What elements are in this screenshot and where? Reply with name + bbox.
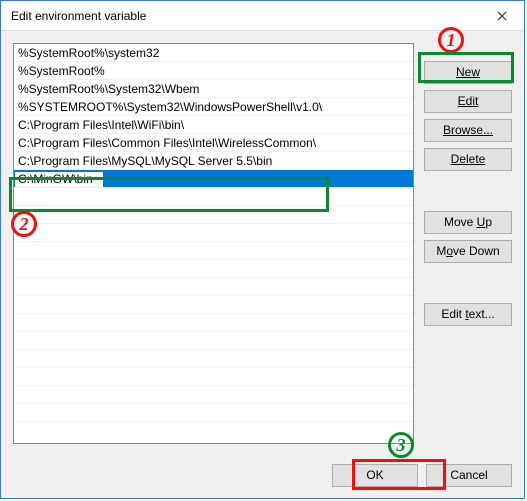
- edit-button[interactable]: Edit: [424, 90, 512, 113]
- list-item[interactable]: %SystemRoot%: [14, 62, 413, 80]
- list-item[interactable]: [14, 332, 413, 350]
- list-item[interactable]: [14, 206, 413, 224]
- dialog-body: %SystemRoot%\system32 %SystemRoot% %Syst…: [1, 31, 524, 452]
- list-item[interactable]: C:\Program Files\Common Files\Intel\Wire…: [14, 134, 413, 152]
- list-item[interactable]: [14, 350, 413, 368]
- move-down-button[interactable]: Move DownMove Down: [424, 240, 512, 263]
- close-button[interactable]: [479, 1, 524, 30]
- list-item[interactable]: [14, 224, 413, 242]
- inline-edit-input[interactable]: C:\MinGW\bin: [14, 171, 104, 188]
- list-item[interactable]: [14, 278, 413, 296]
- new-button[interactable]: New: [424, 61, 512, 84]
- dialog-window: Edit environment variable %SystemRoot%\s…: [0, 0, 525, 499]
- button-sidebar: New Edit Browse... Delete Move Move UpUp…: [424, 43, 512, 444]
- delete-button[interactable]: Delete: [424, 148, 512, 171]
- list-item-editing[interactable]: C:\MinGW\bin: [14, 170, 413, 188]
- window-title: Edit environment variable: [11, 9, 146, 23]
- cancel-button[interactable]: Cancel: [426, 464, 512, 487]
- close-icon: [497, 11, 507, 21]
- list-item[interactable]: [14, 242, 413, 260]
- edit-text-button[interactable]: Edit text...Edit text...: [424, 303, 512, 326]
- list-item[interactable]: %SystemRoot%\system32: [14, 44, 413, 62]
- path-listbox[interactable]: %SystemRoot%\system32 %SystemRoot% %Syst…: [13, 43, 414, 444]
- titlebar: Edit environment variable: [1, 1, 524, 31]
- dialog-footer: OK Cancel: [1, 452, 524, 498]
- list-item[interactable]: C:\Program Files\Intel\WiFi\bin\: [14, 116, 413, 134]
- list-item[interactable]: C:\Program Files\MySQL\MySQL Server 5.5\…: [14, 152, 413, 170]
- list-item[interactable]: [14, 188, 413, 206]
- list-item[interactable]: [14, 314, 413, 332]
- list-item[interactable]: [14, 368, 413, 386]
- list-item[interactable]: [14, 386, 413, 404]
- list-item[interactable]: %SYSTEMROOT%\System32\WindowsPowerShell\…: [14, 98, 413, 116]
- list-item[interactable]: %SystemRoot%\System32\Wbem: [14, 80, 413, 98]
- browse-button[interactable]: Browse...: [424, 119, 512, 142]
- list-item[interactable]: [14, 404, 413, 422]
- ok-button[interactable]: OK: [332, 464, 418, 487]
- list-item[interactable]: [14, 260, 413, 278]
- list-item[interactable]: [14, 296, 413, 314]
- move-up-button[interactable]: Move Move UpUp: [424, 211, 512, 234]
